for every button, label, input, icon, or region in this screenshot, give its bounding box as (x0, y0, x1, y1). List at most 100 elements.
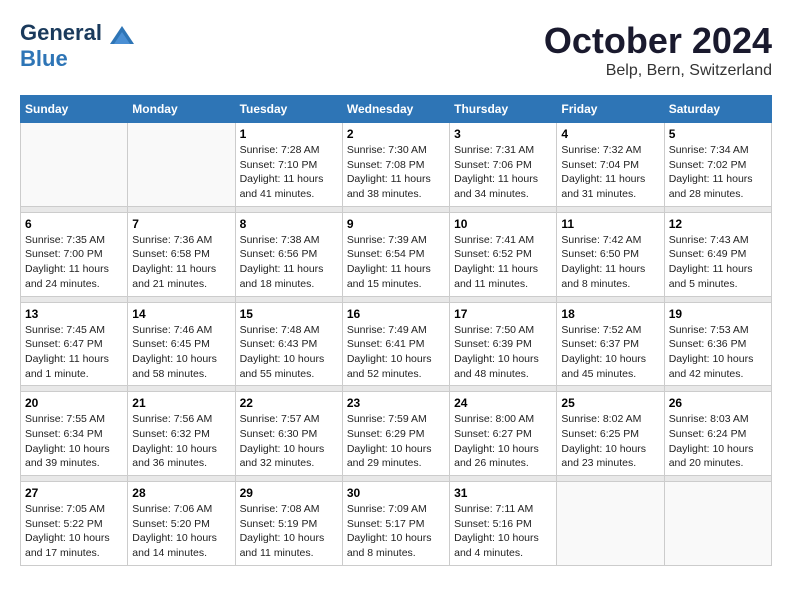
title-area: October 2024 Belp, Bern, Switzerland (544, 20, 772, 80)
day-number: 21 (132, 396, 230, 410)
day-number: 13 (25, 307, 123, 321)
calendar-day-cell: 28Sunrise: 7:06 AMSunset: 5:20 PMDayligh… (128, 482, 235, 566)
day-info: Sunrise: 7:48 AMSunset: 6:43 PMDaylight:… (240, 323, 338, 382)
day-number: 29 (240, 486, 338, 500)
calendar-day-cell: 31Sunrise: 7:11 AMSunset: 5:16 PMDayligh… (450, 482, 557, 566)
calendar-week-row: 13 Sunrise: 7:45 AMSunset: 6:47 PMDayligh… (21, 302, 772, 386)
logo: General Blue (20, 20, 138, 72)
day-number: 26 (669, 396, 767, 410)
day-number: 19 (669, 307, 767, 321)
calendar-day-cell: 25 Sunrise: 8:02 AMSunset: 6:25 PMDayligh… (557, 392, 664, 476)
day-info: Sunrise: 7:55 AMSunset: 6:34 PMDaylight:… (25, 412, 123, 471)
calendar-day-cell: 13 Sunrise: 7:45 AMSunset: 6:47 PMDayligh… (21, 302, 128, 386)
day-number: 12 (669, 217, 767, 231)
day-number: 8 (240, 217, 338, 231)
day-info: Sunrise: 7:57 AMSunset: 6:30 PMDaylight:… (240, 412, 338, 471)
day-info: Sunrise: 7:59 AMSunset: 6:29 PMDaylight:… (347, 412, 445, 471)
calendar-day-cell: 14Sunrise: 7:46 AMSunset: 6:45 PMDayligh… (128, 302, 235, 386)
calendar-day-cell: 23Sunrise: 7:59 AMSunset: 6:29 PMDayligh… (342, 392, 449, 476)
day-info: Sunrise: 7:05 AMSunset: 5:22 PMDaylight:… (25, 502, 123, 561)
header: General Blue October 2024 Belp, Bern, Sw… (20, 20, 772, 80)
day-info: Sunrise: 7:08 AMSunset: 5:19 PMDaylight:… (240, 502, 338, 561)
day-number: 18 (561, 307, 659, 321)
day-number: 10 (454, 217, 552, 231)
day-number: 17 (454, 307, 552, 321)
calendar-week-row: 20 Sunrise: 7:55 AMSunset: 6:34 PMDayligh… (21, 392, 772, 476)
calendar-day-cell: 4 Sunrise: 7:32 AMSunset: 7:04 PMDaylight… (557, 123, 664, 207)
calendar-day-cell: 1 Sunrise: 7:28 AMSunset: 7:10 PMDaylight… (235, 123, 342, 207)
day-number: 20 (25, 396, 123, 410)
day-number: 31 (454, 486, 552, 500)
weekday-header: Sunday (21, 96, 128, 123)
day-number: 30 (347, 486, 445, 500)
calendar-day-cell (557, 482, 664, 566)
calendar-day-cell: 22Sunrise: 7:57 AMSunset: 6:30 PMDayligh… (235, 392, 342, 476)
calendar-day-cell: 10Sunrise: 7:41 AMSunset: 6:52 PMDayligh… (450, 212, 557, 296)
day-info: Sunrise: 7:56 AMSunset: 6:32 PMDaylight:… (132, 412, 230, 471)
calendar-week-row: 27Sunrise: 7:05 AMSunset: 5:22 PMDayligh… (21, 482, 772, 566)
day-info: Sunrise: 7:50 AMSunset: 6:39 PMDaylight:… (454, 323, 552, 382)
calendar-day-cell: 9 Sunrise: 7:39 AMSunset: 6:54 PMDaylight… (342, 212, 449, 296)
calendar-day-cell: 5Sunrise: 7:34 AMSunset: 7:02 PMDaylight… (664, 123, 771, 207)
day-info: Sunrise: 7:45 AMSunset: 6:47 PMDaylight:… (25, 323, 123, 382)
day-number: 16 (347, 307, 445, 321)
calendar-day-cell: 19 Sunrise: 7:53 AMSunset: 6:36 PMDayligh… (664, 302, 771, 386)
calendar-day-cell: 12 Sunrise: 7:43 AMSunset: 6:49 PMDayligh… (664, 212, 771, 296)
calendar-day-cell (664, 482, 771, 566)
day-info: Sunrise: 7:53 AMSunset: 6:36 PMDaylight:… (669, 323, 767, 382)
day-info: Sunrise: 8:02 AMSunset: 6:25 PMDaylight:… (561, 412, 659, 471)
calendar-day-cell: 2Sunrise: 7:30 AMSunset: 7:08 PMDaylight… (342, 123, 449, 207)
calendar-week-row: 6 Sunrise: 7:35 AMSunset: 7:00 PMDaylight… (21, 212, 772, 296)
calendar-day-cell: 16 Sunrise: 7:49 AMSunset: 6:41 PMDayligh… (342, 302, 449, 386)
calendar-day-cell: 18 Sunrise: 7:52 AMSunset: 6:37 PMDayligh… (557, 302, 664, 386)
day-info: Sunrise: 7:30 AMSunset: 7:08 PMDaylight:… (347, 143, 445, 202)
day-info: Sunrise: 7:31 AMSunset: 7:06 PMDaylight:… (454, 143, 552, 202)
calendar-day-cell: 26 Sunrise: 8:03 AMSunset: 6:24 PMDayligh… (664, 392, 771, 476)
calendar-day-cell: 7 Sunrise: 7:36 AMSunset: 6:58 PMDaylight… (128, 212, 235, 296)
day-number: 11 (561, 217, 659, 231)
day-info: Sunrise: 7:28 AMSunset: 7:10 PMDaylight:… (240, 143, 338, 202)
day-number: 9 (347, 217, 445, 231)
weekday-header: Thursday (450, 96, 557, 123)
calendar: SundayMondayTuesdayWednesdayThursdayFrid… (20, 95, 772, 566)
day-info: Sunrise: 7:42 AMSunset: 6:50 PMDaylight:… (561, 233, 659, 292)
day-info: Sunrise: 7:43 AMSunset: 6:49 PMDaylight:… (669, 233, 767, 292)
calendar-day-cell: 17 Sunrise: 7:50 AMSunset: 6:39 PMDayligh… (450, 302, 557, 386)
weekday-header: Saturday (664, 96, 771, 123)
day-info: Sunrise: 7:06 AMSunset: 5:20 PMDaylight:… (132, 502, 230, 561)
day-number: 25 (561, 396, 659, 410)
calendar-header-row: SundayMondayTuesdayWednesdayThursdayFrid… (21, 96, 772, 123)
calendar-day-cell: 30Sunrise: 7:09 AMSunset: 5:17 PMDayligh… (342, 482, 449, 566)
calendar-day-cell: 20 Sunrise: 7:55 AMSunset: 6:34 PMDayligh… (21, 392, 128, 476)
day-info: Sunrise: 7:49 AMSunset: 6:41 PMDaylight:… (347, 323, 445, 382)
weekday-header: Monday (128, 96, 235, 123)
day-number: 15 (240, 307, 338, 321)
day-number: 7 (132, 217, 230, 231)
day-info: Sunrise: 7:52 AMSunset: 6:37 PMDaylight:… (561, 323, 659, 382)
weekday-header: Tuesday (235, 96, 342, 123)
day-info: Sunrise: 7:39 AMSunset: 6:54 PMDaylight:… (347, 233, 445, 292)
calendar-day-cell (21, 123, 128, 207)
day-info: Sunrise: 7:35 AMSunset: 7:00 PMDaylight:… (25, 233, 123, 292)
day-number: 24 (454, 396, 552, 410)
calendar-week-row: 1 Sunrise: 7:28 AMSunset: 7:10 PMDaylight… (21, 123, 772, 207)
weekday-header: Friday (557, 96, 664, 123)
month-title: October 2024 (544, 20, 772, 62)
calendar-day-cell: 24Sunrise: 8:00 AMSunset: 6:27 PMDayligh… (450, 392, 557, 476)
calendar-day-cell (128, 123, 235, 207)
day-info: Sunrise: 7:36 AMSunset: 6:58 PMDaylight:… (132, 233, 230, 292)
day-info: Sunrise: 8:03 AMSunset: 6:24 PMDaylight:… (669, 412, 767, 471)
calendar-day-cell: 29 Sunrise: 7:08 AMSunset: 5:19 PMDayligh… (235, 482, 342, 566)
day-info: Sunrise: 7:46 AMSunset: 6:45 PMDaylight:… (132, 323, 230, 382)
day-number: 6 (25, 217, 123, 231)
calendar-day-cell: 11 Sunrise: 7:42 AMSunset: 6:50 PMDayligh… (557, 212, 664, 296)
day-info: Sunrise: 7:32 AMSunset: 7:04 PMDaylight:… (561, 143, 659, 202)
logo-icon (108, 22, 136, 50)
day-info: Sunrise: 7:34 AMSunset: 7:02 PMDaylight:… (669, 143, 767, 202)
day-number: 1 (240, 127, 338, 141)
calendar-day-cell: 3Sunrise: 7:31 AMSunset: 7:06 PMDaylight… (450, 123, 557, 207)
calendar-day-cell: 21 Sunrise: 7:56 AMSunset: 6:32 PMDayligh… (128, 392, 235, 476)
calendar-day-cell: 15 Sunrise: 7:48 AMSunset: 6:43 PMDayligh… (235, 302, 342, 386)
weekday-header: Wednesday (342, 96, 449, 123)
day-number: 4 (561, 127, 659, 141)
